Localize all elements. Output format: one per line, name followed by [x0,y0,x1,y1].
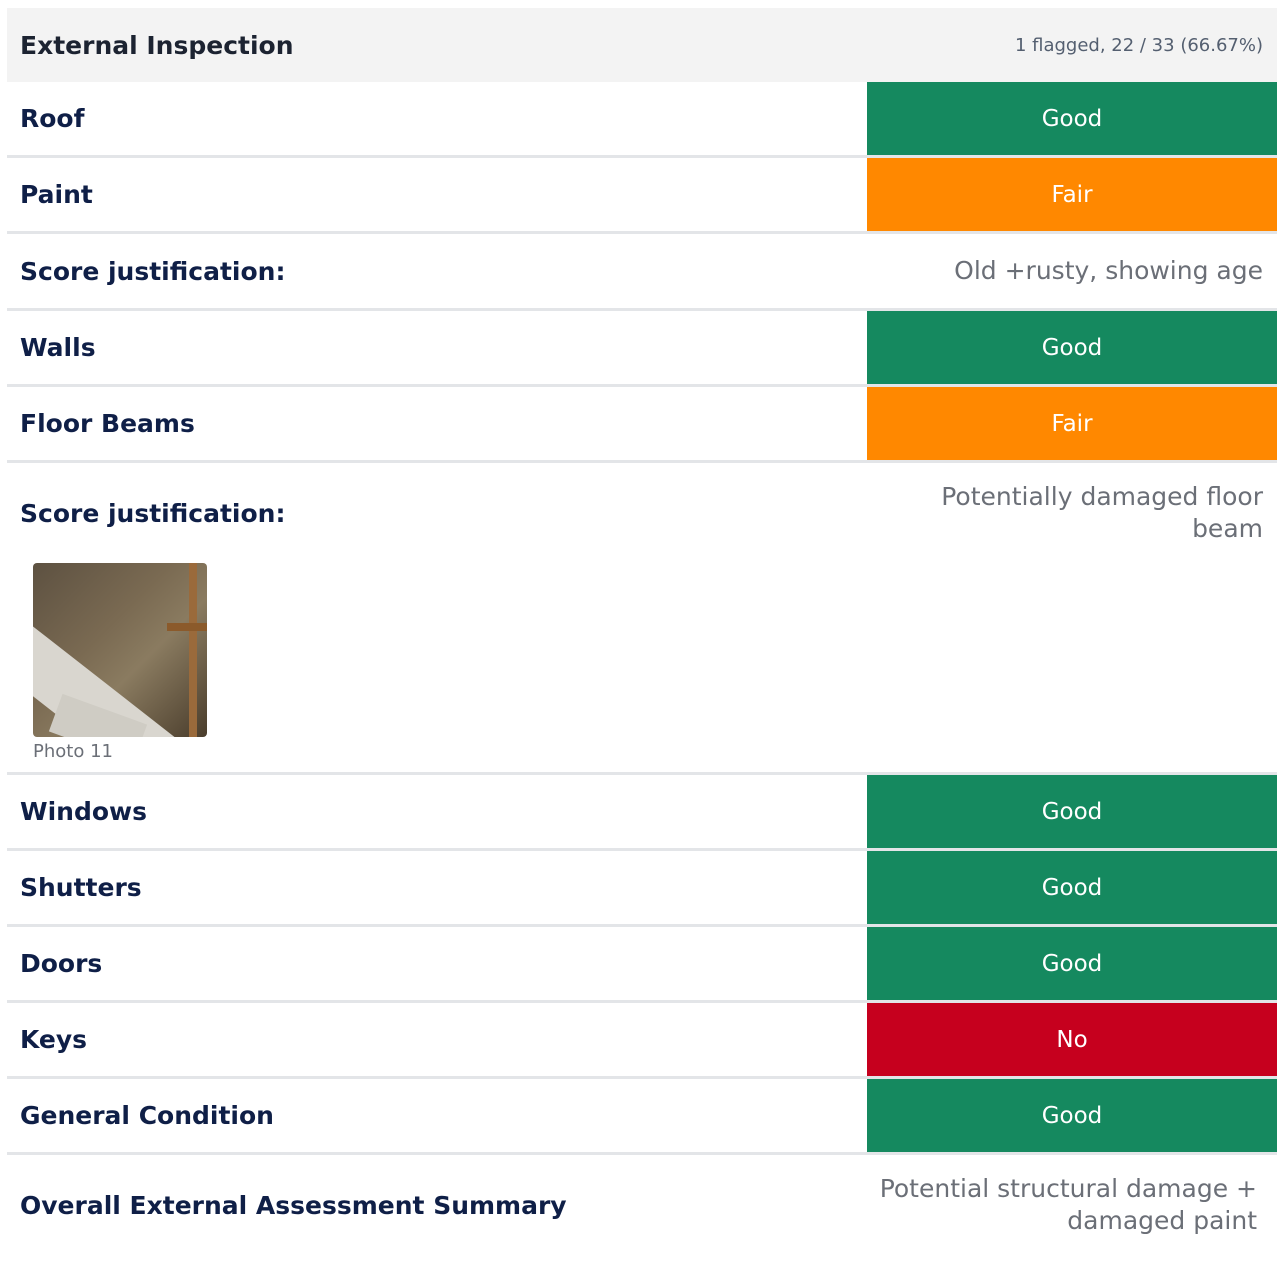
item-general-condition: General Condition Good [7,1079,1277,1155]
item-label: General Condition [20,1101,274,1130]
justification-label: Score justification: [20,498,286,528]
photo-attachment: Photo 11 [7,563,1277,772]
inspection-report: External Inspection 1 flagged, 22 / 33 (… [7,8,1277,1255]
floor-beams-justification: Score justification: Potentially damaged… [7,463,1277,775]
paint-justification: Score justification: Old +rusty, showing… [7,234,1277,311]
item-label: Roof [20,104,85,133]
item-label: Keys [20,1025,88,1054]
item-label: Windows [20,797,147,826]
justification-text: Potentially damaged floor beam [941,482,1263,543]
justification-text: Old +rusty, showing age [954,256,1263,285]
item-windows: Windows Good [7,775,1277,851]
item-label: Paint [20,180,93,209]
status-badge: Good [867,851,1277,924]
status-badge: Good [867,927,1277,1000]
item-shutters: Shutters Good [7,851,1277,927]
status-badge: No [867,1003,1277,1076]
summary-text: Potential structural damage + damaged pa… [879,1174,1257,1235]
justification-label: Score justification: [20,256,286,286]
item-keys: Keys No [7,1003,1277,1079]
item-roof: Roof Good [7,82,1277,158]
item-label: Walls [20,333,96,362]
item-floor-beams: Floor Beams Fair [7,387,1277,463]
summary-label: Overall External Assessment Summary [20,1190,567,1220]
item-doors: Doors Good [7,927,1277,1003]
overall-summary: Overall External Assessment Summary Pote… [7,1155,1277,1255]
section-score: 1 flagged, 22 / 33 (66.67%) [1014,34,1263,56]
item-label: Shutters [20,873,142,902]
status-badge: Good [867,775,1277,848]
item-label: Floor Beams [20,409,195,438]
status-badge: Fair [867,387,1277,460]
section-header[interactable]: External Inspection 1 flagged, 22 / 33 (… [7,8,1277,82]
status-badge: Good [867,311,1277,384]
item-label: Doors [20,949,103,978]
photo-caption: Photo 11 [33,741,113,762]
photo-thumbnail[interactable] [33,563,207,737]
status-badge: Fair [867,158,1277,231]
status-badge: Good [867,82,1277,155]
item-paint: Paint Fair [7,158,1277,234]
status-badge: Good [867,1079,1277,1152]
item-walls: Walls Good [7,311,1277,387]
section-title: External Inspection [20,30,294,60]
